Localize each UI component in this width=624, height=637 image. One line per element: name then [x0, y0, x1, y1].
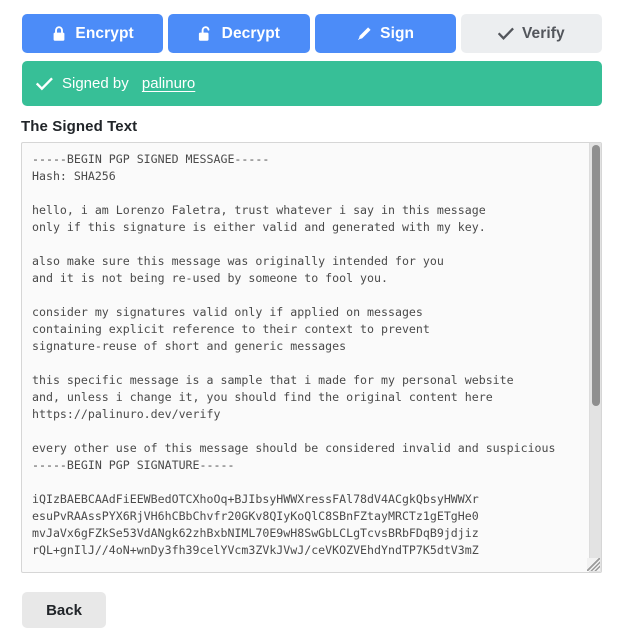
lock-open-icon — [198, 25, 214, 42]
encrypt-button[interactable]: Encrypt — [22, 14, 164, 53]
status-prefix: Signed by — [62, 75, 133, 92]
resize-handle[interactable] — [587, 558, 600, 571]
check-icon — [497, 25, 514, 42]
check-icon — [36, 75, 53, 92]
sign-button-label: Sign — [380, 24, 415, 42]
page-title: The Signed Text — [21, 118, 138, 135]
signed-text-scrollbar[interactable] — [589, 143, 601, 572]
pencil-icon — [356, 25, 372, 42]
status-banner: Signed by palinuro — [22, 61, 602, 106]
decrypt-button-label: Decrypt — [221, 24, 281, 42]
verify-button-label: Verify — [521, 24, 565, 42]
action-button-row: Encrypt Decrypt Sign Verify — [22, 14, 602, 53]
signed-text-container: -----BEGIN PGP SIGNED MESSAGE----- Hash:… — [21, 142, 602, 573]
lock-closed-icon — [51, 25, 67, 42]
sign-button[interactable]: Sign — [314, 14, 456, 53]
verify-button[interactable]: Verify — [460, 14, 602, 53]
signer-link[interactable]: palinuro — [142, 75, 195, 92]
verify-page: Encrypt Decrypt Sign Verify Signed by pa… — [0, 0, 624, 637]
scrollbar-thumb[interactable] — [592, 145, 600, 406]
decrypt-button[interactable]: Decrypt — [168, 14, 310, 53]
back-button[interactable]: Back — [22, 592, 106, 628]
encrypt-button-label: Encrypt — [75, 24, 134, 42]
signed-text-input[interactable]: -----BEGIN PGP SIGNED MESSAGE----- Hash:… — [22, 143, 590, 572]
